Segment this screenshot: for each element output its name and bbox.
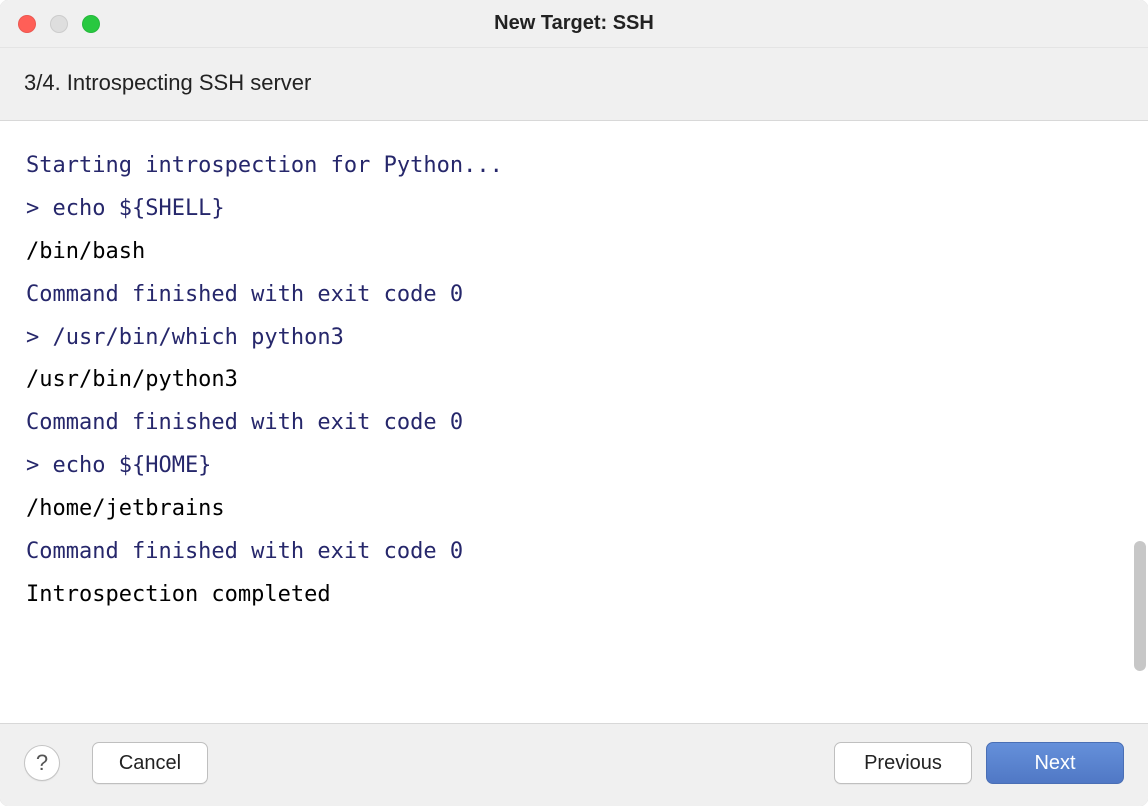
- console-line: Command finished with exit code 0: [26, 274, 1122, 317]
- help-icon: ?: [36, 750, 48, 776]
- console-line: Command finished with exit code 0: [26, 531, 1122, 574]
- cancel-button[interactable]: Cancel: [92, 742, 208, 784]
- traffic-lights: [18, 15, 100, 33]
- console-line: /usr/bin/python3: [26, 359, 1122, 402]
- console-line: Command finished with exit code 0: [26, 402, 1122, 445]
- next-label: Next: [1034, 752, 1075, 775]
- help-button[interactable]: ?: [24, 745, 60, 781]
- step-label: 3/4. Introspecting SSH server: [24, 70, 1124, 96]
- close-icon[interactable]: [18, 15, 36, 33]
- console-line: > echo ${SHELL}: [26, 188, 1122, 231]
- next-button[interactable]: Next: [986, 742, 1124, 784]
- console-line: Introspection completed: [26, 574, 1122, 617]
- previous-label: Previous: [864, 752, 942, 775]
- console-line: Starting introspection for Python...: [26, 145, 1122, 188]
- minimize-icon[interactable]: [50, 15, 68, 33]
- step-header: 3/4. Introspecting SSH server: [0, 48, 1148, 121]
- console-line: /bin/bash: [26, 231, 1122, 274]
- scrollbar-thumb[interactable]: [1134, 541, 1146, 671]
- maximize-icon[interactable]: [82, 15, 100, 33]
- console-line: > /usr/bin/which python3: [26, 317, 1122, 360]
- window-title: New Target: SSH: [494, 12, 654, 35]
- dialog-window: New Target: SSH 3/4. Introspecting SSH s…: [0, 0, 1148, 806]
- previous-button[interactable]: Previous: [834, 742, 972, 784]
- console-output[interactable]: Starting introspection for Python... > e…: [0, 121, 1148, 723]
- console-line: > echo ${HOME}: [26, 445, 1122, 488]
- cancel-label: Cancel: [119, 752, 181, 775]
- titlebar: New Target: SSH: [0, 0, 1148, 48]
- dialog-footer: ? Cancel Previous Next: [0, 723, 1148, 806]
- console-line: /home/jetbrains: [26, 488, 1122, 531]
